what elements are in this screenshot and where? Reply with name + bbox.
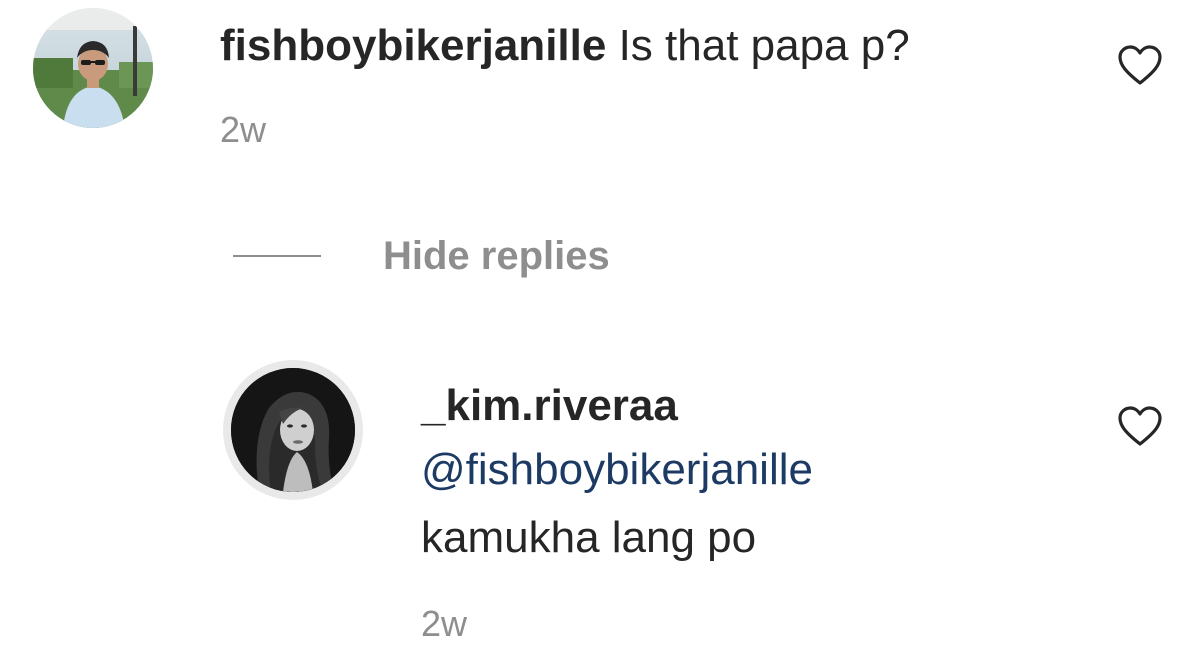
comment-thread: fishboybikerjanille Is that papa p? 2w H… [0,0,1196,666]
comment-username[interactable]: fishboybikerjanille [220,21,606,70]
hide-replies-label: Hide replies [383,234,610,278]
reply-timestamp[interactable]: 2w [421,602,467,646]
comment-timestamp[interactable]: 2w [220,108,266,152]
comment-body: fishboybikerjanille Is that papa p? [220,20,910,72]
reply-avatar[interactable] [231,368,355,492]
heart-outline-icon [1118,406,1162,446]
commenter-avatar[interactable] [33,8,153,128]
profile-photo-golfer [33,8,153,128]
like-reply-button[interactable] [1117,405,1163,447]
like-comment-button[interactable] [1117,44,1163,86]
hide-replies-button[interactable]: Hide replies [233,230,610,282]
heart-outline-icon [1118,45,1162,85]
reply-text: kamukha lang po [421,513,757,562]
profile-photo-woman-bw [231,368,355,492]
reply-mention-link[interactable]: @fishboybikerjanille [421,444,813,496]
replies-divider [233,255,321,257]
reply-username[interactable]: _kim.riveraa [421,380,678,432]
comment-text: Is that papa p? [618,21,910,70]
